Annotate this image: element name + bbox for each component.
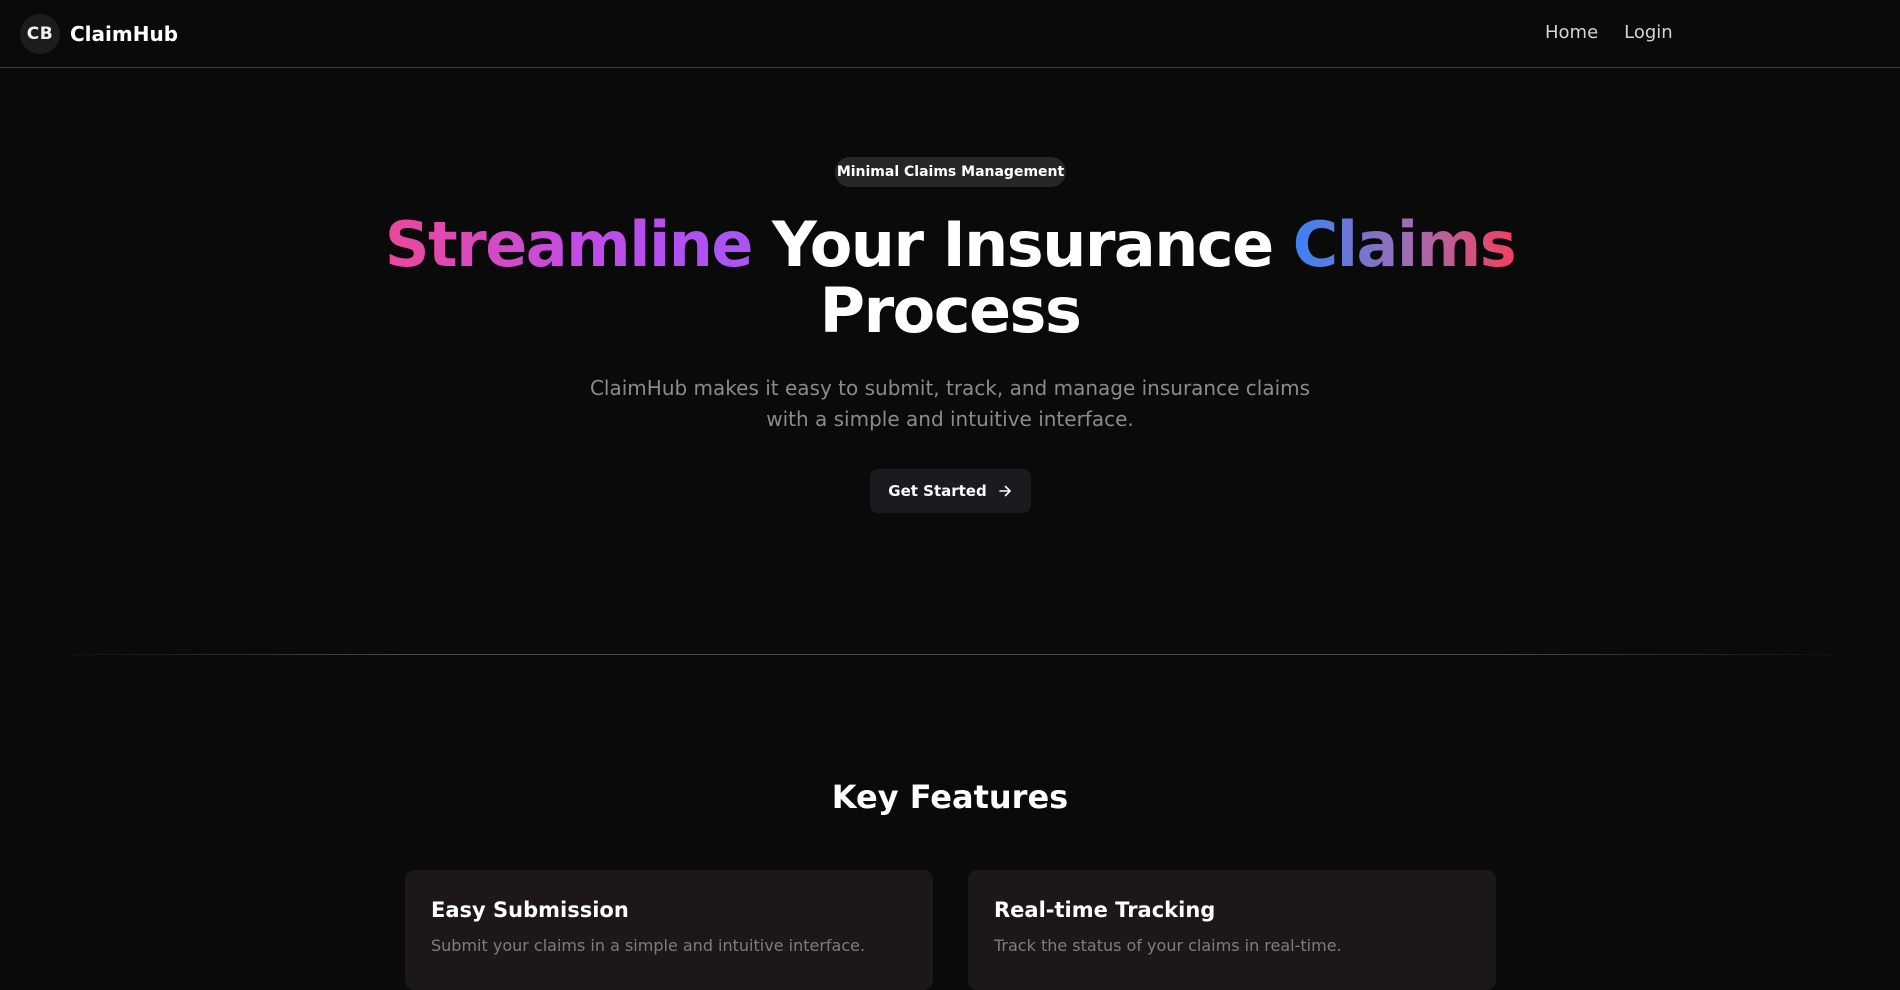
headline-middle: Your Insurance: [772, 208, 1274, 281]
feature-card-title: Easy Submission: [431, 898, 629, 922]
hero-subtitle: ClaimHub makes it easy to submit, track,…: [589, 376, 1311, 431]
feature-card-real-time-tracking: Real-time Tracking Track the status of y…: [968, 870, 1496, 990]
feature-card-description: Submit your claims in a simple and intui…: [431, 936, 866, 955]
features-title: Key Features: [831, 778, 1069, 816]
logo-badge: CB: [20, 14, 60, 54]
nav-link-login[interactable]: Login: [1624, 22, 1673, 43]
brand-logo-link[interactable]: CB ClaimHub: [20, 14, 178, 54]
hero-headline: Streamline Your Insurance Claims Process: [350, 212, 1550, 344]
feature-card-easy-submission: Easy Submission Submit your claims in a …: [405, 870, 933, 990]
feature-card-description: Track the status of your claims in real-…: [994, 936, 1342, 955]
top-navigation: CB ClaimHub Home Login: [0, 0, 1900, 68]
brand-name: ClaimHub: [70, 22, 179, 46]
feature-card-title: Real-time Tracking: [994, 898, 1216, 922]
get-started-button[interactable]: Get Started: [870, 469, 1031, 513]
section-divider: [40, 654, 1860, 655]
nav-link-home[interactable]: Home: [1545, 22, 1598, 43]
nav-links: Home Login: [1545, 22, 1673, 43]
headline-word-streamline: Streamline: [384, 208, 754, 281]
headline-word-claims: Claims: [1292, 208, 1517, 281]
hero-badge: Minimal Claims Management: [835, 157, 1066, 187]
headline-line-2: Process: [819, 274, 1082, 347]
arrow-right-icon: [997, 483, 1013, 499]
get-started-label: Get Started: [888, 482, 987, 500]
